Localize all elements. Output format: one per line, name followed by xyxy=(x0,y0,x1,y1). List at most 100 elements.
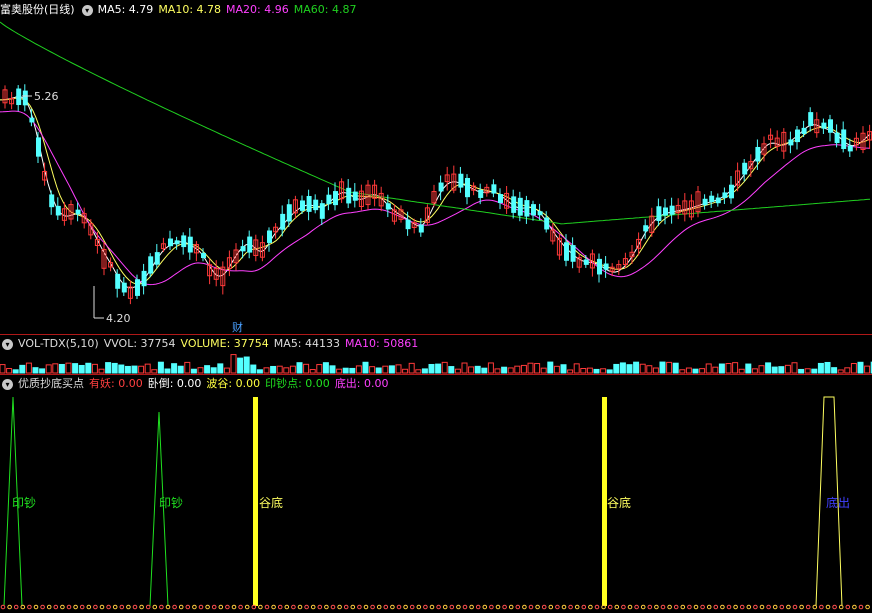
candle-body xyxy=(531,204,536,216)
baseline-dot xyxy=(522,604,527,610)
volume-bar xyxy=(402,368,409,374)
volume-bar xyxy=(421,368,428,374)
baseline-dot xyxy=(845,604,851,610)
baseline-dot xyxy=(192,604,197,610)
volume-bar xyxy=(157,361,164,374)
candle-body xyxy=(49,194,55,208)
baseline-dot xyxy=(614,604,620,610)
volume-bar xyxy=(850,363,857,374)
volume-bar xyxy=(276,365,283,374)
baseline-dot xyxy=(178,604,184,610)
baseline-dot xyxy=(442,604,448,610)
volume-bar xyxy=(408,362,415,374)
baseline-dot xyxy=(119,604,125,610)
baseline-dot xyxy=(383,604,389,610)
baseline-dot xyxy=(858,604,864,610)
volume-bar xyxy=(52,363,59,374)
volume-bar xyxy=(355,365,362,374)
volume-bar xyxy=(144,363,151,374)
baseline-dot xyxy=(535,604,540,610)
baseline-dot xyxy=(350,604,356,610)
baseline-dot xyxy=(357,604,362,610)
baseline-dot xyxy=(225,604,230,610)
candle-body xyxy=(75,209,81,215)
baseline-dot xyxy=(297,604,303,610)
baseline-dot xyxy=(244,604,250,610)
baseline-dot xyxy=(264,604,270,610)
volume-bar xyxy=(501,366,508,374)
ma20-line xyxy=(0,110,871,286)
baseline-dot xyxy=(145,604,151,610)
candle-body xyxy=(808,112,814,127)
volume-bar xyxy=(738,368,745,374)
volume-bar xyxy=(72,363,79,374)
volume-bar xyxy=(151,369,158,374)
volume-bar xyxy=(705,363,712,374)
volume-bar xyxy=(184,361,191,374)
baseline-dot xyxy=(423,604,428,610)
baseline-dot xyxy=(515,604,521,610)
baseline-dot xyxy=(746,604,752,610)
baseline-dot xyxy=(541,604,547,610)
baseline-dot xyxy=(706,604,712,610)
baseline-dot xyxy=(805,604,811,610)
baseline-dot xyxy=(271,604,276,610)
candle-body xyxy=(168,238,173,247)
baseline-dot xyxy=(132,604,138,610)
baseline-dot xyxy=(594,604,600,610)
volume-bar xyxy=(32,367,39,374)
baseline-dot xyxy=(449,604,455,610)
volume-bar xyxy=(527,362,534,374)
volume-bar xyxy=(468,366,475,374)
volume-bar xyxy=(672,362,679,374)
baseline-dot xyxy=(231,604,237,610)
baseline-dot xyxy=(660,604,666,610)
volume-bar xyxy=(6,368,13,374)
volume-bar xyxy=(454,368,461,374)
volume-bar xyxy=(633,361,640,374)
baseline-dot xyxy=(680,604,686,610)
volume-bar xyxy=(652,367,659,374)
chart-canvas[interactable]: 5.26 4.20 财 印钞 印钞 谷底 谷底 底出 xyxy=(0,0,872,613)
baseline-dot xyxy=(462,604,468,610)
candle-body xyxy=(524,200,530,217)
baseline-dot xyxy=(568,604,573,610)
baseline-dot xyxy=(502,604,507,610)
volume-bar xyxy=(375,367,382,374)
candle-body xyxy=(280,213,286,230)
candle-body xyxy=(841,129,847,150)
baseline-dot xyxy=(343,604,349,610)
baseline-dot xyxy=(561,604,567,610)
baseline-dot xyxy=(258,604,263,610)
candle-body xyxy=(385,203,391,210)
volume-bar xyxy=(428,363,435,374)
baseline-dot xyxy=(693,604,699,610)
volume-bar xyxy=(435,363,442,374)
candle-body xyxy=(148,256,154,274)
baseline-dot xyxy=(647,604,653,610)
baseline-dot xyxy=(218,604,224,610)
baseline-dot xyxy=(832,604,837,610)
volume-bar xyxy=(864,365,871,374)
volume-bar xyxy=(362,361,369,374)
baseline-dot xyxy=(865,604,870,610)
baseline-dot xyxy=(766,604,771,610)
baseline-dot xyxy=(772,604,778,610)
finance-marker[interactable]: 财 xyxy=(232,320,243,334)
signal-bar xyxy=(253,397,258,606)
volume-bar xyxy=(388,365,395,374)
candle-body xyxy=(755,146,761,162)
volume-bar xyxy=(12,369,19,374)
candle-body xyxy=(795,129,800,143)
baseline-dot xyxy=(86,604,92,610)
candle-body xyxy=(135,279,140,296)
candle-body xyxy=(847,145,853,152)
candle-body xyxy=(174,240,180,245)
candle-body xyxy=(478,189,484,198)
baseline-dot xyxy=(73,604,78,610)
candle-body xyxy=(346,187,352,204)
candle-body xyxy=(29,117,35,123)
volume-bar xyxy=(494,368,501,374)
baseline-dot xyxy=(819,604,824,610)
candle-body xyxy=(544,217,550,230)
